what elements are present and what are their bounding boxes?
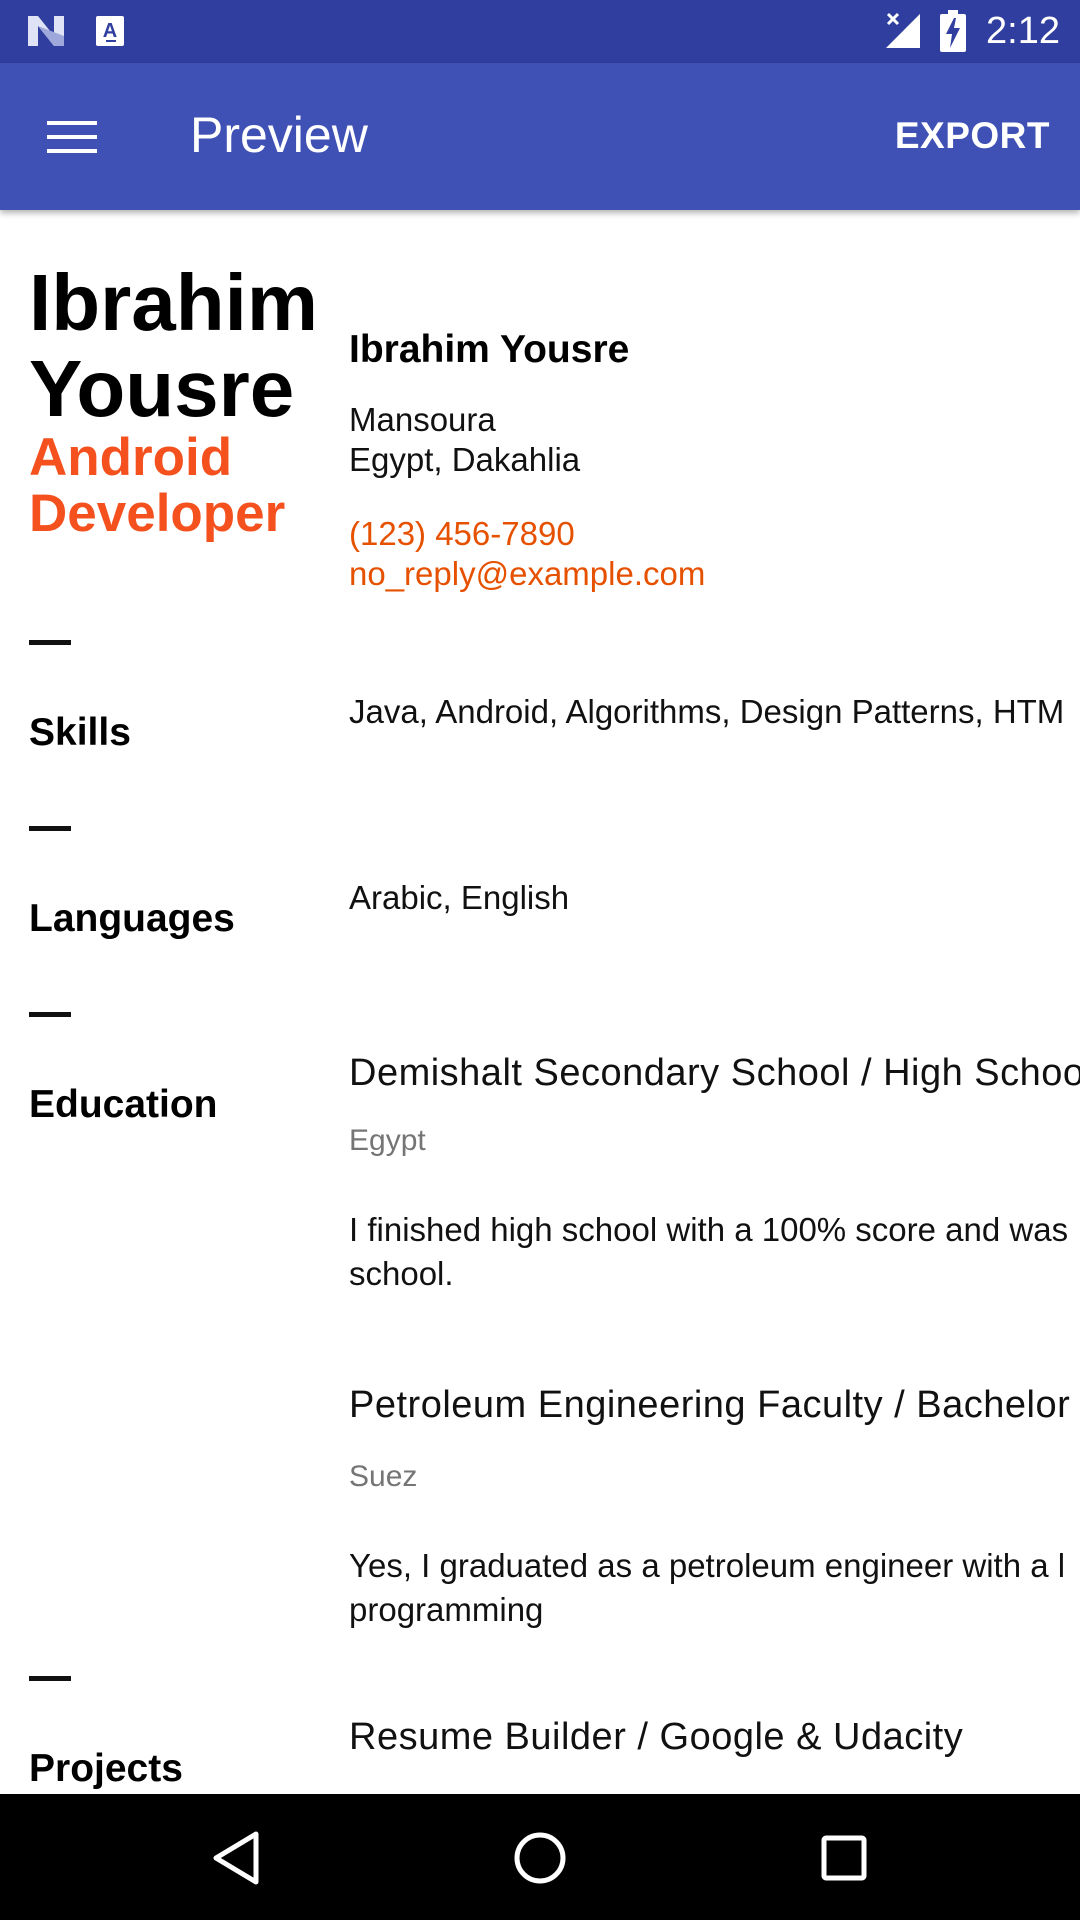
navigation-bar [0,1794,1080,1920]
home-icon[interactable] [500,1818,580,1898]
a-notification-icon: A [94,14,126,48]
projects-title: Projects [29,1747,183,1790]
contact-region: Egypt, Dakahlia [349,441,581,478]
section-divider [29,1676,71,1681]
education-entry-desc: Yes, I graduated as a petroleum engineer… [349,1547,1066,1584]
section-divider [29,640,71,645]
contact-city: Mansoura [349,401,496,438]
recents-icon[interactable] [804,1818,884,1898]
role-line-1: Android [29,428,233,487]
export-button[interactable]: EXPORT [895,109,1050,163]
battery-charging-icon [940,10,966,52]
n-logo-icon [26,14,66,48]
section-divider [29,826,71,831]
education-entry-location: Suez [349,1460,418,1493]
name-line-1: Ibrahim [29,258,318,347]
education-entry-location: Egypt [349,1124,426,1157]
education-entry-desc: programming [349,1591,544,1628]
status-clock: 2:12 [986,10,1060,52]
education-title: Education [29,1083,218,1126]
education-entry-desc: school. [349,1255,454,1292]
project-entry-heading: Resume Builder / Google & Udacity [349,1716,964,1758]
role-line-2: Developer [29,484,286,543]
app-bar: Preview EXPORT [0,63,1080,210]
contact-email[interactable]: no_reply@example.com [349,554,705,594]
skills-text: Java, Android, Algorithms, Design Patter… [349,693,1065,730]
page-title: Preview [190,107,368,163]
languages-title: Languages [29,897,235,940]
education-entry-desc: I finished high school with a 100% score… [349,1211,1069,1248]
back-icon[interactable] [196,1818,276,1898]
languages-text: Arabic, English [349,879,570,916]
section-divider [29,1012,71,1017]
hamburger-menu-icon[interactable] [32,99,112,175]
resume-name-large: Ibrahim Yousre [29,260,349,432]
status-bar: A 2:12 [0,0,1080,63]
skills-title: Skills [29,711,131,754]
education-entry-heading: Petroleum Engineering Faculty / Bachelor [349,1384,1071,1426]
contact-name: Ibrahim Yousre [349,328,630,371]
svg-text:A: A [103,20,117,42]
resume-preview[interactable]: Ibrahim Yousre Android Developer Ibrahim… [0,210,1080,1794]
name-line-2: Yousre [29,344,295,433]
resume-role: Android Developer [29,430,349,542]
contact-phone[interactable]: (123) 456-7890 [349,514,575,554]
signal-icon [884,12,922,50]
education-entry-heading: Demishalt Secondary School / High Schoo [349,1052,1080,1094]
